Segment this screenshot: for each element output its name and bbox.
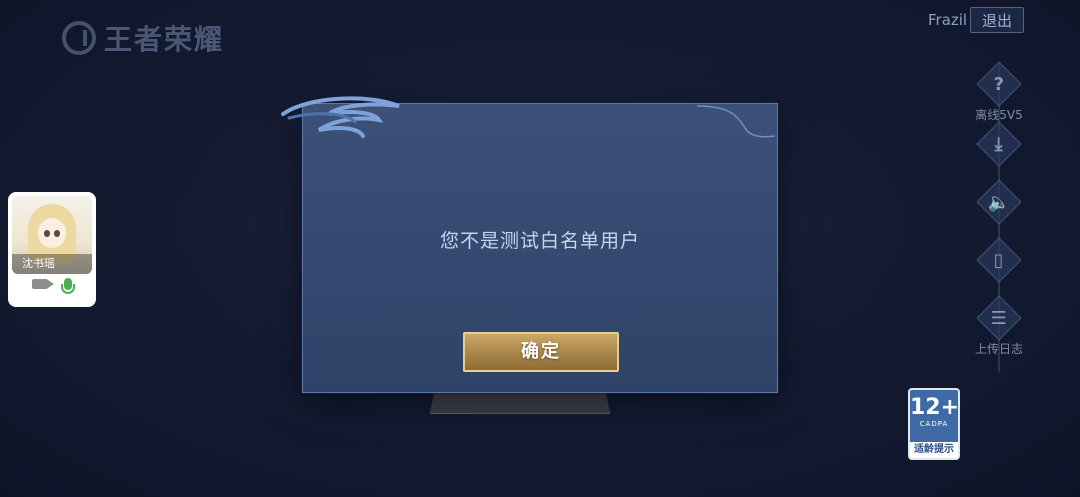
upload-log-label: 上传日志 — [974, 342, 1023, 356]
log-icon: ☰ — [976, 295, 1022, 341]
age-rating-tip: 适龄提示 — [910, 442, 958, 458]
age-rating-number: 12+ — [910, 395, 960, 420]
microphone-icon[interactable] — [61, 278, 75, 294]
download-icon: ⤓ — [976, 121, 1022, 167]
caller-name: 沈书瑶 — [12, 254, 92, 274]
age-rating-org: CADPA — [919, 420, 949, 428]
dialog-message: 您不是测试白名单用户 — [439, 230, 640, 252]
sound-button[interactable]: 🔈 — [970, 179, 1028, 225]
game-logo: 王者荣耀 — [62, 18, 224, 58]
logout-button[interactable]: 退出 — [970, 7, 1024, 33]
confirm-button[interactable]: 确定 — [463, 332, 619, 372]
device-button[interactable]: ▯ — [970, 237, 1028, 283]
avatar: 沈书瑶 — [12, 196, 92, 274]
alert-dialog: 您不是测试白名单用户 确定 — [281, 96, 778, 393]
camera-icon[interactable] — [32, 279, 54, 289]
question-icon: ? — [976, 61, 1022, 107]
age-rating-badge: 12+ CADPA 适龄提示 — [908, 388, 960, 460]
corner-ornament-icon — [697, 105, 776, 138]
download-button[interactable]: ⤓ — [970, 121, 1028, 167]
swirl-ornament-icon — [281, 96, 400, 138]
offline-5v5-button[interactable]: ? 离线5V5 — [970, 61, 1028, 123]
phone-icon: ▯ — [976, 237, 1022, 283]
floating-video-call[interactable]: 沈书瑶 — [8, 192, 96, 307]
logo-icon — [62, 21, 96, 55]
call-controls — [8, 278, 96, 294]
username-label: Frazil — [928, 11, 968, 29]
speaker-icon: 🔈 — [976, 179, 1022, 225]
upload-log-button[interactable]: ☰ 上传日志 — [970, 295, 1028, 357]
logo-text: 王者荣耀 — [104, 23, 225, 56]
